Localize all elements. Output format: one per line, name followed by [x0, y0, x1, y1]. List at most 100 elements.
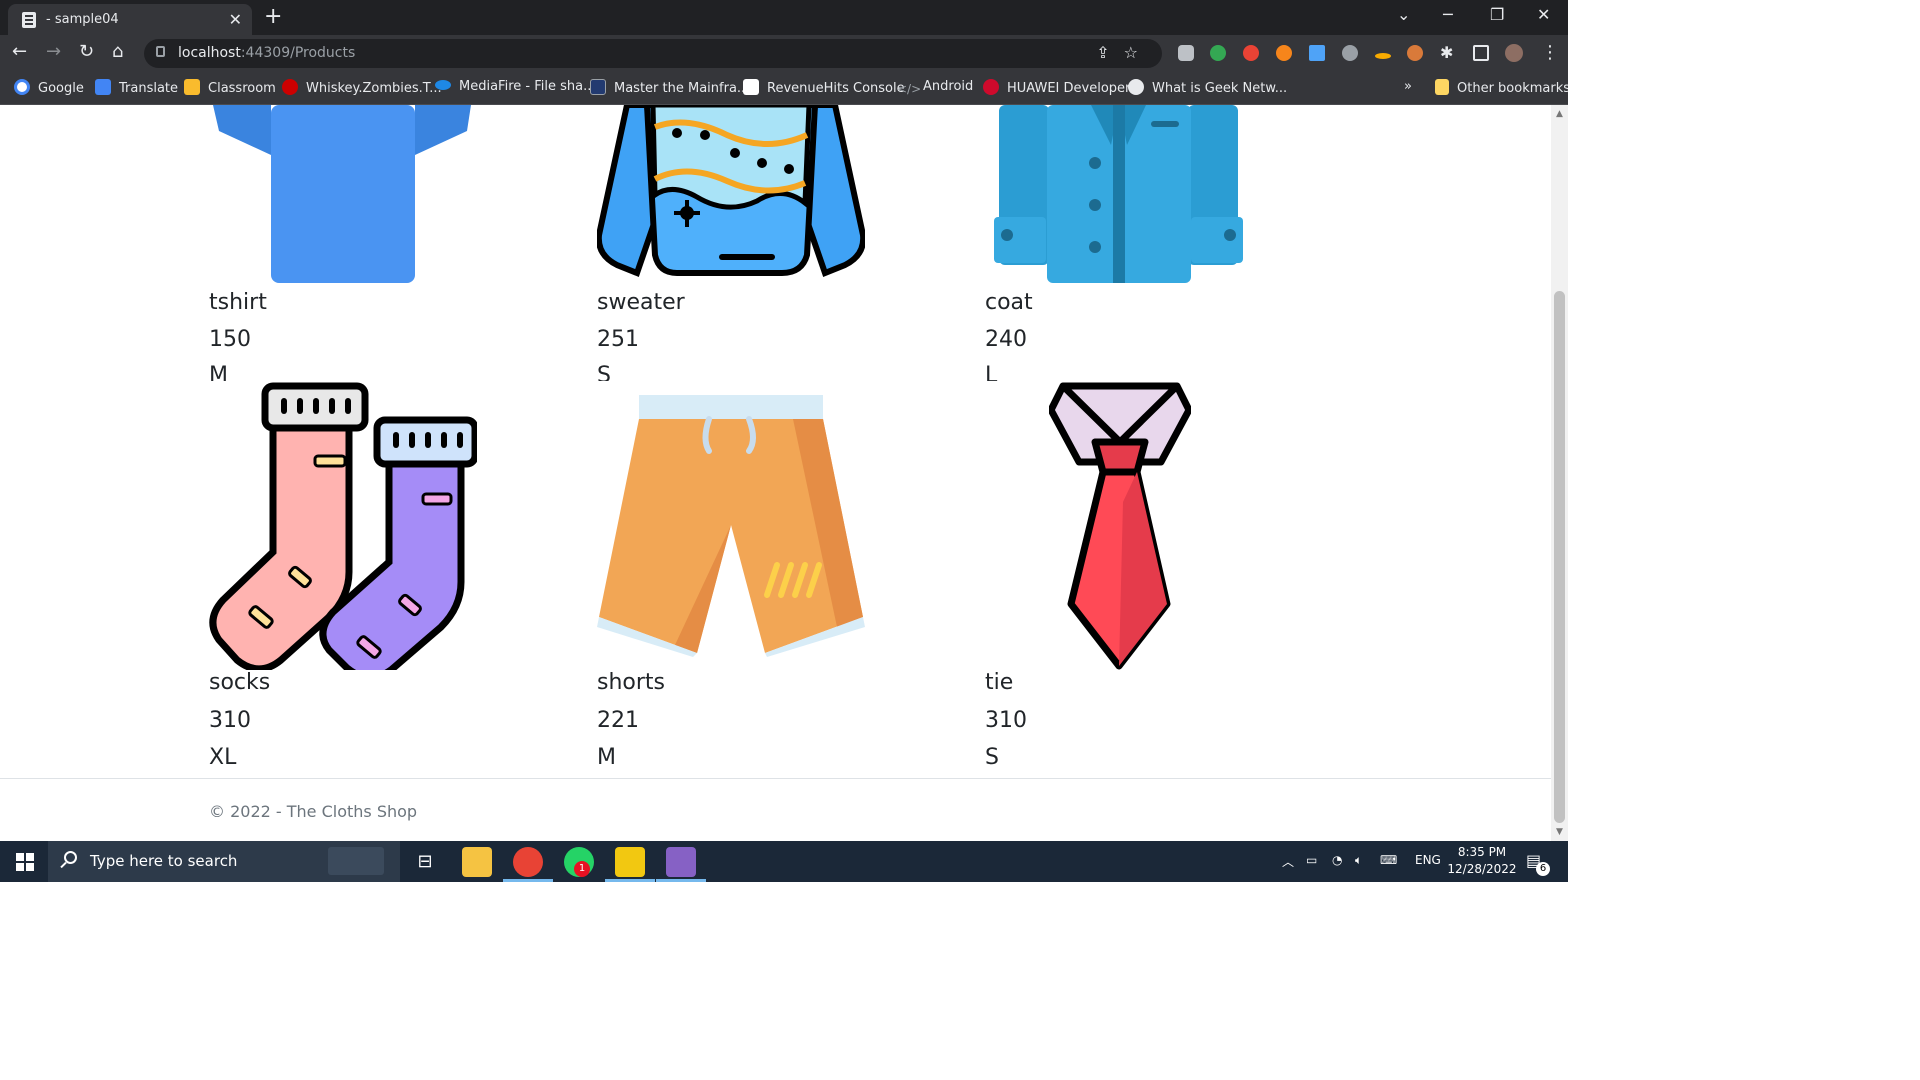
scrollbar-thumb[interactable] [1554, 291, 1565, 823]
other-bookmarks-folder[interactable]: Other bookmarks [1435, 79, 1568, 96]
tab-search-icon[interactable]: ⌄ [1397, 5, 1410, 24]
product-price: 310 [209, 708, 251, 733]
product-size: M [597, 745, 616, 770]
bookmark-label: Translate [119, 81, 179, 96]
mediafire-icon [435, 80, 451, 90]
extension-icon[interactable] [1309, 45, 1325, 61]
whatsapp-badge: 1 [574, 861, 590, 877]
reload-icon[interactable]: ↻ [79, 41, 94, 62]
product-price: 150 [209, 327, 251, 352]
bookmarks-bar: Google Translate Classroom Whiskey.Zombi… [0, 72, 1568, 105]
footer-copyright: © 2022 - The Cloths Shop [209, 802, 418, 821]
huawei-icon [983, 79, 999, 95]
search-icon [64, 851, 77, 864]
product-price: 221 [597, 708, 639, 733]
bookmark-classroom[interactable]: Classroom [184, 79, 276, 96]
search-highlight-image [328, 847, 384, 875]
window-close-icon[interactable]: ✕ [1537, 5, 1550, 24]
language-indicator[interactable]: ENG [1415, 853, 1441, 867]
bookmark-master-mainframe[interactable]: Master the Mainfra... [590, 79, 749, 96]
back-icon[interactable]: ← [12, 41, 27, 62]
zombies-icon [282, 79, 298, 95]
sweater-image [597, 105, 865, 277]
scroll-down-arrow-icon[interactable]: ▼ [1556, 827, 1563, 837]
share-and-star-icons[interactable]: ⇪☆ [1096, 43, 1152, 62]
battery-icon[interactable]: ▭ [1306, 853, 1317, 867]
bookmark-mediafire[interactable]: MediaFire - File sha... [435, 79, 595, 94]
power-bi-icon[interactable] [615, 847, 645, 877]
bookmark-revenuehits[interactable]: RevenueHits Console [743, 79, 905, 96]
extensions-puzzle-icon[interactable]: ✱ [1440, 43, 1453, 62]
bookmark-label: What is Geek Netw... [1152, 81, 1288, 96]
google-icon [14, 79, 30, 95]
bookmark-label: RevenueHits Console [767, 81, 905, 96]
bookmark-label: Master the Mainfra... [614, 81, 750, 96]
lock-icon[interactable] [156, 46, 165, 57]
taskbar-search-placeholder: Type here to search [90, 852, 238, 870]
show-hidden-icons-icon[interactable]: ︿ [1282, 853, 1294, 870]
product-size: S [597, 363, 611, 381]
product-price: 310 [985, 708, 1027, 733]
metamask-extension-icon[interactable] [1276, 45, 1292, 61]
browser-tab[interactable]: - sample04 ✕ [8, 4, 252, 35]
keyboard-icon[interactable]: ⌨ [1380, 853, 1397, 867]
restore-icon[interactable]: ❐ [1490, 5, 1504, 24]
product-name: shorts [597, 670, 665, 695]
other-bookmarks-label: Other bookmarks [1457, 81, 1568, 96]
new-tab-icon[interactable]: + [264, 4, 282, 29]
extension-icon[interactable] [1342, 45, 1358, 61]
browser-toolbar: ← → ↻ ⌂ localhost:44309/Products ⇪☆ ✱ ⋮ [0, 35, 1568, 72]
windows-start-icon[interactable] [16, 853, 34, 871]
globe-icon [1128, 79, 1144, 95]
bookmark-android[interactable]: </> Android [897, 79, 973, 98]
side-panel-icon[interactable] [1473, 45, 1489, 61]
product-name: tie [985, 670, 1014, 695]
volume-icon[interactable]: 🔈︎ [1355, 853, 1362, 868]
bookmark-label: Classroom [208, 81, 276, 96]
socks-image [209, 382, 477, 670]
extension-icon[interactable] [1243, 45, 1259, 61]
product-size: S [985, 745, 999, 770]
bookmark-translate[interactable]: Translate [95, 79, 178, 96]
forward-icon[interactable]: → [46, 41, 61, 62]
bookmark-geek-network[interactable]: What is Geek Netw... [1128, 79, 1287, 96]
browser-tab-bar: - sample04 ✕ + ⌄ ─ ❐ ✕ [0, 0, 1568, 35]
bookmark-label: Android [923, 79, 974, 94]
close-tab-icon[interactable]: ✕ [229, 10, 242, 29]
cookie-extension-icon[interactable] [1407, 45, 1423, 61]
chrome-icon[interactable] [513, 847, 543, 877]
visual-studio-icon[interactable] [666, 847, 696, 877]
taskbar-search-box[interactable]: Type here to search [48, 841, 400, 882]
page-scrollbar[interactable]: ▲ ▼ [1551, 105, 1568, 841]
menu-kebab-icon[interactable]: ⋮ [1541, 42, 1559, 63]
notification-count-badge: 6 [1536, 862, 1550, 876]
classroom-icon [184, 79, 200, 95]
product-name: coat [985, 290, 1033, 315]
home-icon[interactable]: ⌂ [112, 41, 123, 62]
mainframe-icon [590, 79, 606, 95]
bookmark-huawei-developer[interactable]: HUAWEI Developer [983, 79, 1130, 96]
bookmarks-overflow-icon[interactable]: » [1404, 79, 1412, 94]
product-name: tshirt [209, 290, 267, 315]
wifi-icon[interactable]: ◔ [1332, 853, 1342, 867]
minimize-icon[interactable]: ─ [1443, 5, 1453, 24]
translate-icon [95, 79, 111, 95]
url-text[interactable]: localhost:44309/Products [178, 45, 355, 61]
scroll-up-arrow-icon[interactable]: ▲ [1556, 109, 1563, 119]
task-view-icon[interactable]: ⊟ [410, 847, 440, 877]
incognito-extension-icon[interactable] [1178, 45, 1194, 61]
bookmark-whiskey-zombies[interactable]: Whiskey.Zombies.T... [282, 79, 442, 96]
bookmark-label: Google [38, 81, 84, 96]
clock-date: 12/28/2022 [1447, 862, 1517, 876]
taskbar-clock[interactable]: 8:35 PM 12/28/2022 [1447, 844, 1517, 878]
url-host: localhost [178, 45, 241, 61]
extension-icon[interactable] [1375, 53, 1391, 59]
shorts-image [597, 395, 865, 657]
footer-divider [0, 778, 1551, 779]
extension-icon[interactable] [1210, 45, 1226, 61]
profile-avatar[interactable] [1505, 44, 1523, 62]
code-icon: </> [897, 82, 922, 96]
address-bar[interactable]: localhost:44309/Products ⇪☆ [144, 39, 1162, 68]
file-explorer-icon[interactable] [462, 847, 492, 877]
bookmark-google[interactable]: Google [14, 79, 84, 96]
